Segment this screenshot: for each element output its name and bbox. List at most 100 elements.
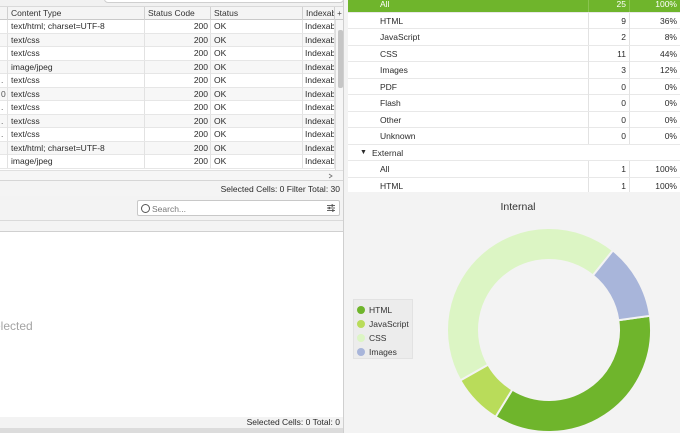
table-row[interactable]: text/html; charset=UTF-8 200 OK Indexab — [0, 141, 343, 155]
horizontal-scrollbar[interactable] — [0, 170, 343, 180]
tree-row[interactable]: All 25 100% — [348, 0, 680, 13]
table-row[interactable]: text/css 200 OK Indexab — [0, 47, 343, 61]
table-row[interactable]: image/jpeg 200 OK Indexab — [0, 155, 343, 169]
table-row[interactable]: text/html; charset=UTF-8 200 OK Indexab — [0, 20, 343, 34]
tree-row-count: 0 — [588, 95, 630, 111]
legend-swatch-icon — [357, 320, 365, 328]
legend-item-images[interactable]: Images — [357, 346, 397, 359]
toolbar-field[interactable] — [104, 0, 343, 3]
tree-row-percent: 100% — [655, 180, 677, 191]
donut-slice-html[interactable] — [494, 314, 652, 433]
tree-row[interactable]: HTML 1 100% — [348, 177, 680, 192]
add-column-icon[interactable]: + — [335, 7, 343, 20]
scrollbar-thumb[interactable] — [338, 30, 343, 88]
tree-row-percent: 8% — [664, 32, 677, 42]
legend-item-javascript[interactable]: JavaScript — [357, 318, 409, 331]
status-cell: OK — [211, 101, 303, 114]
tree-row-label: Images — [380, 65, 408, 75]
tree-row-label: All — [380, 0, 390, 9]
content-type-cell: text/css — [8, 74, 145, 87]
content-type-cell: text/css — [8, 33, 145, 47]
tree-row-label: Other — [380, 114, 402, 125]
table-row[interactable]: . text/css 200 OK Indexab — [0, 128, 343, 142]
status-cell: OK — [211, 128, 303, 141]
row-lead-cell — [0, 60, 8, 74]
status-code-cell: 200 — [145, 155, 211, 168]
tree-row-count: 0 — [588, 111, 630, 128]
tree-row-percent: 0% — [664, 131, 677, 141]
content-type-cell: image/jpeg — [8, 60, 145, 74]
indexability-cell: Indexab — [305, 87, 335, 101]
tree-row[interactable]: PDF 0 0% — [348, 78, 680, 95]
tree-group-row[interactable]: ▼ External — [348, 145, 680, 161]
empty-state-message: selected — [0, 319, 33, 333]
tree-row[interactable]: Unknown 0 0% — [348, 128, 680, 145]
tree-row-label: CSS — [380, 48, 398, 59]
content-type-cell: text/html; charset=UTF-8 — [8, 141, 145, 155]
legend-swatch-icon — [357, 348, 365, 356]
column-header-status-code[interactable]: Status Code — [145, 7, 211, 20]
chart-panel: Internal HTML JavaScript CSS Images — [348, 196, 680, 433]
filter-settings-icon[interactable] — [326, 203, 336, 213]
column-header-indexability[interactable]: Indexab — [303, 7, 335, 20]
content-type-cell: text/css — [8, 47, 145, 60]
donut-slice-css[interactable] — [446, 227, 615, 382]
status-code-cell: 200 — [145, 141, 211, 155]
table-row[interactable]: 0 text/css 200 OK Indexab — [0, 87, 343, 101]
status-code-cell: 200 — [145, 114, 211, 128]
expand-caret-icon[interactable]: ▼ — [360, 145, 367, 161]
tree-row-percent: 36% — [659, 15, 677, 26]
vertical-scrollbar[interactable] — [335, 20, 343, 170]
status-code-cell: 200 — [145, 74, 211, 87]
legend-label: HTML — [369, 305, 393, 315]
table-row[interactable]: . text/css 200 OK Indexab — [0, 101, 343, 115]
table-row[interactable]: . text/css 200 OK Indexab — [0, 114, 343, 128]
status-code-cell: 200 — [145, 60, 211, 74]
status-code-cell: 200 — [145, 101, 211, 114]
tree-row-count — [588, 145, 630, 161]
indexability-cell: Indexab — [305, 128, 335, 141]
details-list-header — [0, 220, 343, 232]
tree-row-label: All — [380, 164, 390, 174]
tree-row-label: PDF — [380, 81, 397, 92]
legend-swatch-icon — [357, 334, 365, 342]
row-lead-cell: . — [0, 128, 8, 141]
tree-row[interactable]: JavaScript 2 8% — [348, 29, 680, 46]
search-input[interactable] — [152, 202, 322, 215]
status-cell: OK — [211, 60, 303, 74]
column-header-status[interactable]: Status — [211, 7, 303, 20]
tree-row[interactable]: HTML 9 36% — [348, 12, 680, 29]
tree-row-count: 1 — [588, 177, 630, 192]
tree-row-count: 2 — [588, 29, 630, 45]
tree-row-count: 25 — [588, 0, 630, 12]
row-lead-cell: 0 — [0, 87, 8, 101]
bottom-tab-strip[interactable] — [0, 428, 343, 433]
search-icon — [141, 204, 150, 213]
table-row[interactable]: image/jpeg 200 OK Indexab — [0, 60, 343, 74]
tree-row[interactable]: CSS 11 44% — [348, 45, 680, 62]
table-header: Content Type Status Code Status Indexab … — [0, 6, 343, 20]
status-cell: OK — [211, 141, 303, 155]
tree-row[interactable]: Flash 0 0% — [348, 95, 680, 112]
row-lead-cell: . — [0, 114, 8, 128]
legend-swatch-icon — [357, 306, 365, 314]
tree-row[interactable]: Images 3 12% — [348, 62, 680, 79]
status-cell: OK — [211, 33, 303, 47]
row-lead-cell — [0, 20, 8, 33]
indexability-cell: Indexab — [305, 114, 335, 128]
column-header-content-type[interactable]: Content Type — [8, 7, 145, 20]
content-type-cell: image/jpeg — [8, 155, 145, 168]
legend-item-css[interactable]: CSS — [357, 332, 386, 345]
indexability-cell: Indexab — [305, 101, 335, 114]
tree-row[interactable]: Other 0 0% — [348, 111, 680, 128]
table-row[interactable]: . text/css 200 OK Indexab — [0, 74, 343, 88]
tree-row[interactable]: All 1 100% — [348, 161, 680, 178]
legend-item-html[interactable]: HTML — [357, 304, 392, 317]
table-row[interactable]: text/css 200 OK Indexab — [0, 33, 343, 47]
tree-row-percent: 100% — [655, 164, 677, 174]
row-lead-cell — [0, 155, 8, 168]
indexability-cell: Indexab — [305, 60, 335, 74]
tree-row-count: 0 — [588, 128, 630, 144]
status-code-cell: 200 — [145, 87, 211, 101]
tree-row-label: HTML — [380, 180, 404, 191]
